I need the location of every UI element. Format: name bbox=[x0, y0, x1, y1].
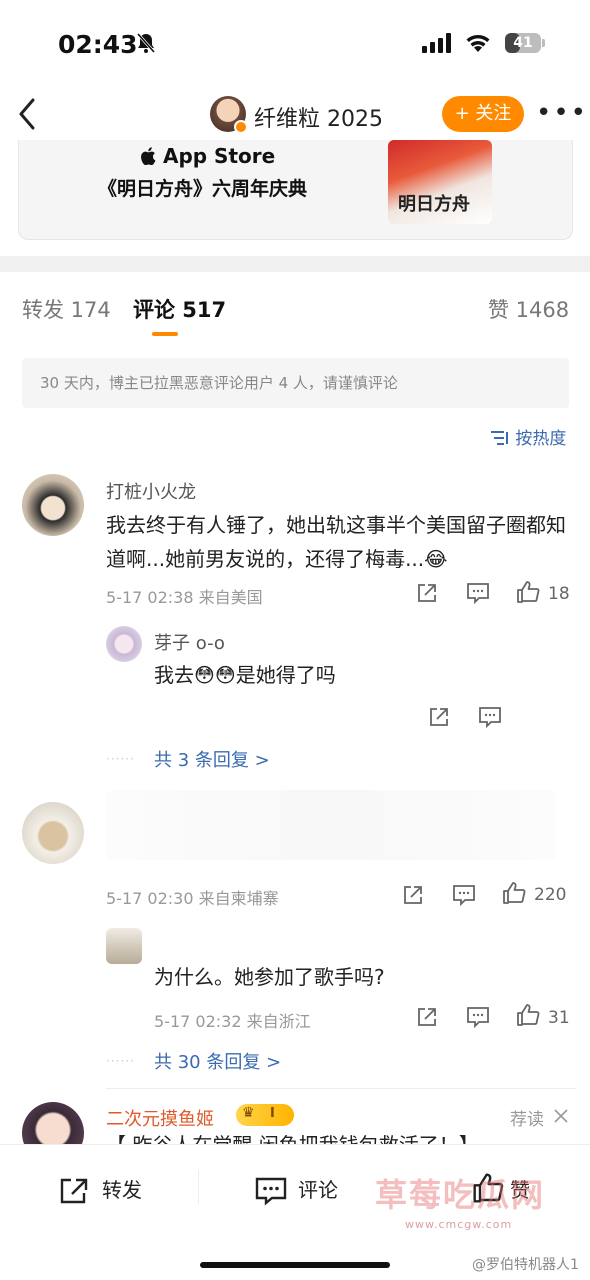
back-arrow-icon[interactable] bbox=[16, 96, 38, 136]
repost-icon[interactable] bbox=[428, 706, 450, 732]
cellular-signal-icon bbox=[422, 33, 454, 57]
wifi-icon bbox=[464, 33, 492, 57]
sort-icon bbox=[490, 429, 515, 449]
thread-dots: ······ bbox=[106, 752, 135, 766]
reply-text-end: 是她得了吗 bbox=[235, 663, 336, 687]
card-title: 《明日方舟》六周年庆典 bbox=[98, 178, 308, 200]
watermark-url: www.cmcgw.com bbox=[405, 1218, 513, 1231]
silent-bell-icon bbox=[136, 32, 156, 58]
weibo-credit: @罗伯特机器人1 bbox=[472, 1257, 579, 1273]
comment-meta: 5-17 02:38 来自美国 bbox=[106, 588, 263, 607]
repost-icon[interactable] bbox=[416, 582, 438, 608]
follow-button[interactable]: + 关注 bbox=[442, 96, 524, 132]
watermark-text: 草莓吃瓜网 bbox=[375, 1176, 546, 1214]
reply-meta: 5-17 02:32 来自浙江 bbox=[154, 1012, 311, 1031]
reply-text: 为什么。她参加了歌手吗? bbox=[154, 965, 385, 989]
commenter-avatar[interactable] bbox=[22, 802, 84, 864]
battery-cap bbox=[542, 39, 545, 47]
comment-meta: 5-17 02:30 来自柬埔寨 bbox=[106, 889, 279, 908]
close-icon[interactable] bbox=[554, 1108, 568, 1127]
more-options-icon[interactable]: ••• bbox=[536, 100, 588, 126]
like-count: 18 bbox=[548, 584, 570, 604]
commenter-name[interactable]: 打桩小火龙 bbox=[106, 478, 196, 504]
comment-divider bbox=[106, 1088, 576, 1089]
view-replies-link[interactable]: 共 3 条回复 > bbox=[154, 746, 270, 772]
like-count: 220 bbox=[534, 885, 567, 905]
battery-icon: 41 bbox=[505, 33, 545, 53]
apple-logo-icon bbox=[140, 144, 163, 168]
like-icon[interactable] bbox=[516, 580, 540, 608]
view-replies-link[interactable]: 共 30 条回复 > bbox=[154, 1048, 281, 1074]
comment-text: 【 昨谷人在觉醒 闲鱼把我钱包救活了！】 bbox=[106, 1128, 576, 1144]
app-store-label: App Store bbox=[140, 144, 275, 168]
verified-badge-icon bbox=[234, 120, 248, 134]
card-thumbnail: 明日方舟 bbox=[388, 140, 492, 224]
repost-icon[interactable] bbox=[58, 1176, 90, 1210]
card-thumbnail-text: 明日方舟 bbox=[398, 194, 470, 215]
comment-icon[interactable] bbox=[466, 582, 490, 608]
comment-icon[interactable] bbox=[452, 884, 476, 910]
blurred-comment-content bbox=[106, 790, 556, 860]
comment-icon[interactable] bbox=[254, 1176, 288, 1210]
commenter-avatar[interactable] bbox=[22, 474, 84, 536]
like-count: 31 bbox=[548, 1008, 570, 1028]
flushed-emoji-icon: 😳 bbox=[194, 663, 215, 687]
repost-icon[interactable] bbox=[416, 1006, 438, 1032]
tab-reposts[interactable]: 转发 174 bbox=[22, 294, 111, 324]
like-icon[interactable] bbox=[516, 1003, 540, 1031]
comment-text: 我去终于有人锤了，她出轨这事半个美国留子圈都知道啊...她前男友说的，还得了梅毒… bbox=[106, 508, 566, 576]
block-notice: 30 天内，博主已拉黑恶意评论用户 4 人，请谨慎评论 bbox=[22, 358, 569, 408]
bar-divider bbox=[198, 1170, 199, 1204]
reply-text: 我去😳😳是她得了吗 bbox=[154, 658, 336, 692]
laughing-emoji-icon: 😂 bbox=[424, 547, 448, 571]
flushed-emoji-icon: 😳 bbox=[214, 663, 236, 687]
active-tab-indicator bbox=[152, 332, 178, 336]
replier-avatar[interactable] bbox=[106, 928, 142, 964]
author-name[interactable]: 纤维粒 2025 bbox=[254, 101, 383, 133]
comment-icon[interactable] bbox=[466, 1006, 490, 1032]
replier-avatar[interactable] bbox=[106, 626, 142, 662]
member-level: I bbox=[270, 1106, 275, 1121]
thread-dots: ······ bbox=[106, 1054, 135, 1068]
crown-icon: ♛ bbox=[242, 1105, 255, 1121]
repost-icon[interactable] bbox=[402, 884, 424, 910]
comment-button[interactable]: 评论 bbox=[298, 1174, 338, 1203]
repost-button[interactable]: 转发 bbox=[102, 1174, 142, 1203]
replier-name[interactable]: 芽子 o-o bbox=[154, 629, 225, 655]
status-time: 02:43 bbox=[58, 30, 138, 59]
app-store-text: App Store bbox=[162, 144, 276, 168]
recommended-tag: 荐读 bbox=[510, 1110, 544, 1130]
comment-text-content: 我去终于有人锤了，她出轨这事半个美国留子圈都知道啊...她前男友说的，还得了梅毒… bbox=[106, 513, 566, 571]
tab-comments[interactable]: 评论 517 bbox=[133, 294, 226, 324]
tab-likes[interactable]: 赞 1468 bbox=[488, 294, 569, 324]
section-divider bbox=[0, 256, 590, 272]
reply-text-start: 我去 bbox=[154, 663, 194, 687]
sort-by-hot-button[interactable]: 按热度 bbox=[490, 424, 566, 449]
comment-icon[interactable] bbox=[478, 706, 502, 732]
home-indicator bbox=[200, 1262, 390, 1268]
like-icon[interactable] bbox=[502, 881, 526, 909]
sort-label: 按热度 bbox=[515, 429, 567, 449]
member-badge: ♛ I bbox=[236, 1104, 294, 1126]
battery-level: 41 bbox=[513, 35, 533, 51]
